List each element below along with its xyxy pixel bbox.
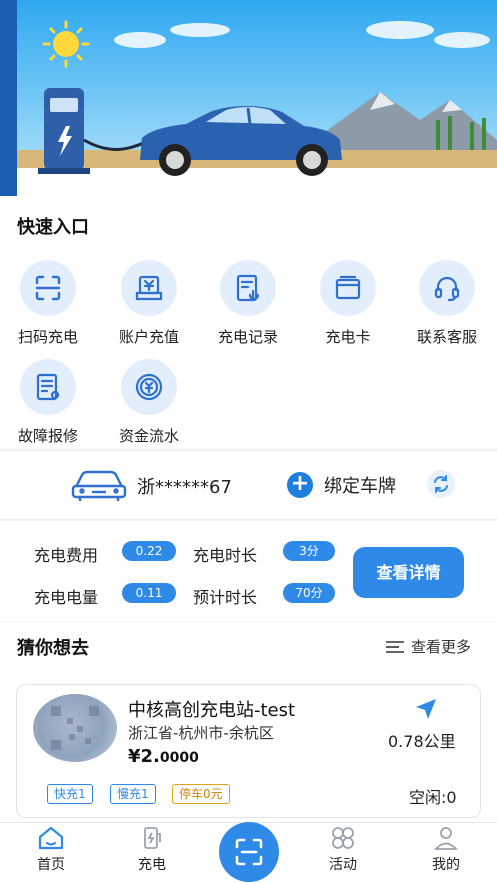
view-detail-button[interactable]: 查看详情	[353, 547, 464, 598]
nav-home[interactable]: 首页	[21, 826, 81, 874]
navigate-arrow-icon[interactable]	[414, 697, 438, 725]
quick-item-repair[interactable]: 故障报修	[8, 359, 88, 446]
view-more-link[interactable]: 查看更多	[385, 636, 471, 657]
headset-icon	[419, 260, 475, 316]
plate-number: 浙******67	[137, 477, 232, 498]
recommend-title: 猜你想去	[17, 638, 89, 659]
banner-pagination[interactable]	[228, 178, 260, 183]
duration-value: 3分	[283, 541, 335, 561]
duration-label: 充电时长	[193, 546, 258, 565]
sun-icon	[42, 20, 90, 68]
bind-plate-link[interactable]: 绑定车牌	[324, 472, 396, 498]
quick-item-charge-record[interactable]: 充电记录	[208, 260, 288, 347]
nav-label: 充电	[138, 857, 166, 873]
user-icon	[433, 827, 459, 850]
price-symbol: ¥	[128, 746, 141, 767]
quick-item-label: 充电卡	[325, 328, 371, 346]
charger-icon	[144, 827, 161, 849]
scan-fab-button[interactable]	[219, 822, 279, 882]
yuan-wallet-icon	[121, 260, 177, 316]
scan-icon	[235, 838, 263, 866]
est-duration-label: 预计时长	[193, 588, 258, 607]
quick-item-label: 故障报修	[17, 427, 78, 445]
station-address: 浙江省-杭州市-余杭区	[128, 724, 274, 742]
nav-label: 我的	[432, 857, 460, 873]
add-plate-button[interactable]: +	[287, 472, 313, 498]
home-icon	[38, 826, 64, 850]
station-idle-count: 空闲:0	[409, 788, 457, 807]
pagination-dot[interactable]	[228, 178, 233, 183]
pagination-dot[interactable]	[255, 178, 260, 183]
nav-mine[interactable]: 我的	[416, 826, 476, 874]
station-price: ¥2.0000	[128, 746, 199, 767]
station-name: 中核高创充电站-test	[128, 700, 296, 721]
quick-entry-title: 快速入口	[17, 217, 89, 238]
clover-icon	[332, 827, 354, 849]
est-duration-value: 70分	[283, 583, 335, 603]
pagination-dot[interactable]	[237, 178, 242, 183]
station-thumbnail	[33, 694, 117, 762]
quick-item-recharge[interactable]: 账户充值	[109, 260, 189, 347]
quick-item-charge-card[interactable]: 充电卡	[308, 260, 388, 347]
refresh-icon[interactable]	[427, 470, 455, 498]
vehicle-plate-row: 浙******67	[0, 450, 497, 520]
price-decimal: 0000	[159, 750, 199, 766]
quick-item-label: 扫码充电	[17, 328, 78, 346]
car-icon	[70, 467, 128, 507]
card-icon	[320, 260, 376, 316]
fee-label: 充电费用	[34, 546, 99, 565]
quick-item-customer-service[interactable]: 联系客服	[407, 260, 487, 347]
fee-value: 0.22元	[122, 541, 176, 578]
quick-item-label: 资金流水	[118, 427, 179, 445]
money-flow-icon	[121, 359, 177, 415]
fast-charge-tag: 快充1	[47, 784, 93, 804]
quick-item-label: 联系客服	[416, 328, 477, 346]
energy-label: 充电电量	[34, 588, 99, 607]
parking-tag: 停车0元	[172, 784, 230, 804]
scan-icon	[20, 260, 76, 316]
nav-charge[interactable]: 充电	[122, 826, 182, 874]
pagination-dot[interactable]	[246, 178, 251, 183]
slow-charge-tag: 慢充1	[110, 784, 156, 804]
station-distance: 0.78公里	[388, 732, 456, 751]
nav-activity[interactable]: 活动	[313, 826, 373, 874]
view-more-label: 查看更多	[411, 638, 472, 656]
quick-item-scan-charge[interactable]: 扫码充电	[8, 260, 88, 347]
price-integer: 2.	[140, 746, 160, 767]
nav-label: 首页	[37, 857, 65, 873]
repair-report-icon	[20, 359, 76, 415]
quick-item-label: 账户充值	[118, 328, 179, 346]
nav-label: 活动	[329, 857, 357, 873]
list-icon	[386, 640, 404, 653]
banner-illustration	[17, 20, 497, 196]
energy-value: 0.11度	[122, 583, 176, 620]
quick-item-money-flow[interactable]: 资金流水	[109, 359, 189, 446]
quick-item-label: 充电记录	[217, 328, 278, 346]
charge-record-icon	[220, 260, 276, 316]
app-screen: 快速入口 扫码充电 账户充值 充电记录 充电卡 联系客服 故障报修 资金流水 浙…	[0, 0, 497, 883]
promo-banner[interactable]	[0, 0, 497, 196]
